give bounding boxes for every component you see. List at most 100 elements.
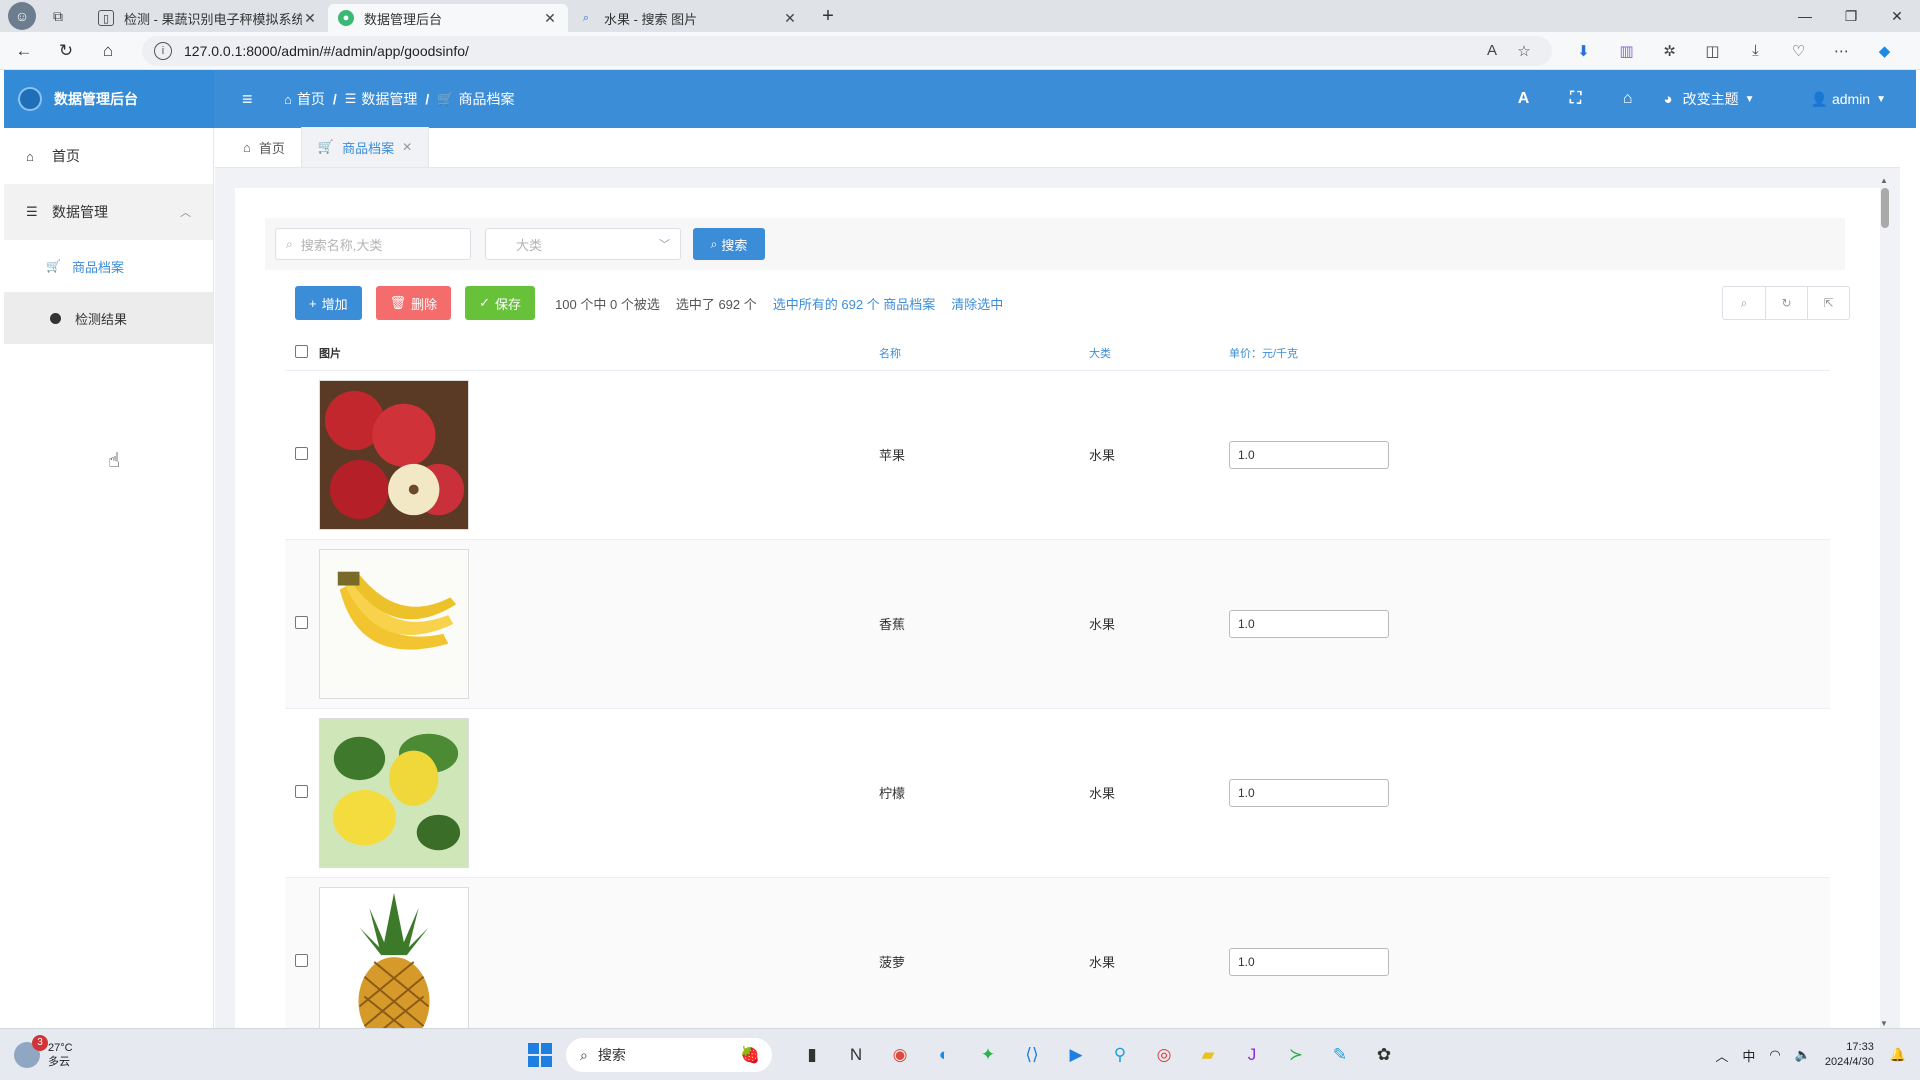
search-icon[interactable]: ⌕ [1723, 287, 1765, 319]
url-text[interactable]: 127.0.0.1:8000/admin/#/admin/app/goodsin… [184, 43, 1476, 59]
price-input[interactable]: 1.0 [1229, 778, 1389, 807]
select-all-checkbox[interactable] [295, 344, 308, 358]
netease-music-icon[interactable]: ◎ [1142, 1039, 1186, 1071]
jetbrains-icon[interactable]: J [1230, 1039, 1274, 1071]
app-icon[interactable]: ✿ [1362, 1039, 1406, 1071]
sticky-notes-icon[interactable]: ▰ [1186, 1039, 1230, 1071]
new-tab-button[interactable]: + [814, 2, 842, 30]
restore-icon[interactable]: ❐ [1828, 0, 1874, 32]
wifi-icon[interactable]: ◠ [1769, 1047, 1780, 1063]
theme-switcher[interactable]: ◕ 改变主题 ▼ [1664, 89, 1755, 109]
user-menu[interactable]: 👤 admin ▼ [1811, 91, 1886, 108]
sidebar-item-home[interactable]: ⌂ 首页 [4, 128, 213, 184]
price-input[interactable]: 1.0 [1229, 609, 1389, 638]
downloads-icon[interactable]: ⤓ [1734, 42, 1777, 60]
row-checkbox[interactable] [295, 615, 308, 629]
tab-home[interactable]: ⌂ 首页 [227, 127, 301, 167]
extensions-icon[interactable]: ✲ [1648, 42, 1691, 60]
chrome-icon[interactable]: ◉ [878, 1039, 922, 1071]
start-icon[interactable] [528, 1043, 552, 1067]
sidebar-item-goods[interactable]: 🛒 商品档案 [4, 240, 213, 292]
column-header-name[interactable]: 名称 [879, 336, 1089, 370]
select-all-link[interactable]: 选中所有的 692 个 商品档案 [773, 294, 936, 313]
browser-tab[interactable]: ▯ 检测 - 果蔬识别电子秤模拟系统 ✕ [88, 4, 328, 32]
row-checkbox[interactable] [295, 953, 308, 967]
notion-icon[interactable]: N [834, 1039, 878, 1071]
scroll-down-icon[interactable]: ▼ [1880, 1019, 1888, 1028]
vertical-scrollbar[interactable]: ▲ ▼ [1880, 176, 1890, 1028]
app-icon[interactable]: ⚲ [1098, 1039, 1142, 1071]
clear-selection-link[interactable]: 清除选中 [951, 294, 1003, 313]
app-icon[interactable]: ✎ [1318, 1039, 1362, 1071]
row-checkbox[interactable] [295, 784, 308, 798]
ime-indicator[interactable]: 中 [1742, 1046, 1755, 1065]
copilot-icon[interactable]: ◆ [1863, 42, 1906, 60]
column-header-price[interactable]: 单价：元/千克 [1229, 336, 1830, 370]
row-checkbox[interactable] [295, 446, 308, 460]
profile-icon[interactable]: ☺ [8, 2, 36, 30]
fullscreen-icon[interactable]: ⛶ [1550, 90, 1602, 108]
close-tab-icon[interactable]: ✕ [782, 10, 798, 27]
home-icon[interactable]: ⌂ [1602, 90, 1654, 108]
download-extension-icon[interactable]: ⬇ [1562, 42, 1605, 60]
terminal-icon[interactable]: ▮ [790, 1039, 834, 1071]
performance-icon[interactable]: ♡ [1777, 42, 1820, 60]
font-size-icon[interactable]: A [1498, 90, 1550, 108]
column-header-image: 图片 [319, 347, 341, 360]
search-button[interactable]: ⌕ 搜索 [693, 228, 765, 260]
url-field[interactable]: i 127.0.0.1:8000/admin/#/admin/app/goods… [142, 35, 1552, 66]
more-icon[interactable]: ⋯ [1820, 42, 1863, 60]
tab-goods[interactable]: 🛒 商品档案 ✕ [300, 127, 430, 167]
price-input[interactable]: 1.0 [1229, 440, 1389, 469]
sidebar-item-detection-results[interactable]: 检测结果 [4, 292, 213, 344]
table-row: 柠檬 水果 1.0 [285, 708, 1830, 877]
price-input[interactable]: 1.0 [1229, 947, 1389, 976]
close-window-icon[interactable]: ✕ [1874, 0, 1920, 32]
wechat-icon[interactable]: ✦ [966, 1039, 1010, 1071]
read-aloud-icon[interactable]: A [1476, 42, 1508, 59]
notification-bell-icon[interactable]: 🔔 [1890, 1047, 1906, 1063]
vscode-icon[interactable]: ⟨⟩ [1010, 1039, 1054, 1071]
breadcrumb-data-mgmt[interactable]: ☰ 数据管理 [345, 89, 418, 109]
add-button[interactable]: + 增加 [295, 286, 362, 320]
table-row: 香蕉 水果 1.0 [285, 539, 1830, 708]
save-button[interactable]: ✓ 保存 [465, 286, 536, 320]
refresh-icon[interactable]: ↻ [48, 36, 84, 66]
app-icon[interactable]: ▶ [1054, 1039, 1098, 1071]
browser-tab-active[interactable]: ● 数据管理后台 ✕ [328, 4, 568, 32]
breadcrumb-home[interactable]: ⌂ 首页 [284, 89, 325, 109]
home-icon[interactable]: ⌂ [90, 36, 126, 66]
edge-icon[interactable]: ◐ [922, 1039, 966, 1071]
sidebar-group-data-management[interactable]: ☰ 数据管理 ︿ [4, 184, 213, 240]
search-input[interactable]: ⌕ 搜索名称,大类 [275, 228, 471, 260]
minimize-icon[interactable]: — [1782, 0, 1828, 32]
close-tab-icon[interactable]: ✕ [302, 10, 318, 27]
delete-button[interactable]: 🗑 删除 [375, 286, 452, 320]
split-screen-icon[interactable]: ◫ [1691, 42, 1734, 60]
reading-icon[interactable]: ▥ [1605, 42, 1648, 60]
weather-widget[interactable]: 3 27°C 多云 [14, 1034, 73, 1069]
chevron-up-icon[interactable]: ︿ [1715, 1046, 1728, 1065]
close-tab-icon[interactable]: ✕ [542, 10, 558, 27]
workspaces-icon[interactable]: ⧉ [44, 4, 72, 28]
menu-toggle-icon[interactable]: ≡ [242, 89, 264, 110]
site-info-icon[interactable]: i [154, 41, 172, 60]
taskbar-search[interactable]: ⌕ 搜索 🍓 [566, 1038, 772, 1072]
scrollbar-thumb[interactable] [1881, 188, 1889, 228]
scroll-up-icon[interactable]: ▲ [1880, 176, 1888, 185]
close-tab-icon[interactable]: ✕ [402, 140, 412, 154]
export-icon[interactable]: ⇱ [1807, 287, 1849, 319]
delete-label: 删除 [411, 296, 438, 312]
favorite-star-icon[interactable]: ☆ [1508, 42, 1540, 60]
category-select[interactable]: 大类 ﹀ [485, 228, 681, 260]
app-icon[interactable]: ≻ [1274, 1039, 1318, 1071]
breadcrumb-goods[interactable]: 🛒 商品档案 [437, 89, 514, 109]
volume-icon[interactable]: 🔈 [1795, 1047, 1811, 1063]
column-header-category[interactable]: 大类 [1089, 336, 1229, 370]
sidebar-item-label: 检测结果 [75, 311, 128, 327]
browser-tab[interactable]: ⌕ 水果 - 搜索 图片 ✕ [568, 4, 808, 32]
refresh-icon[interactable]: ↻ [1765, 287, 1807, 319]
system-tray: ︿ 中 ◠ 🔈 17:33 2024/4/30 🔔 [1715, 1029, 1920, 1080]
clock[interactable]: 17:33 2024/4/30 [1825, 1040, 1874, 1070]
back-icon[interactable]: ← [6, 36, 42, 66]
